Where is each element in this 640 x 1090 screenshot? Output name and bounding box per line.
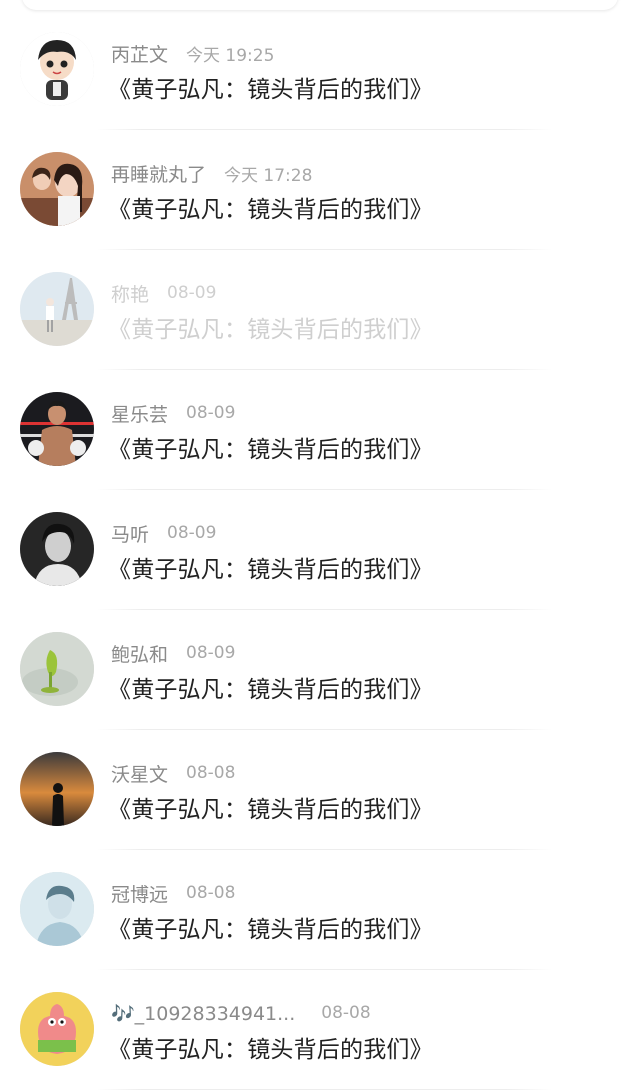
- comment-meta: 沃星文 08-08: [111, 760, 235, 786]
- timestamp: 今天 17:28: [224, 165, 313, 186]
- avatar[interactable]: [20, 152, 94, 226]
- avatar[interactable]: [20, 392, 94, 466]
- avatar[interactable]: [20, 632, 94, 706]
- timestamp: 08-08: [186, 763, 236, 783]
- timestamp: 08-08: [321, 1003, 371, 1023]
- comment-item[interactable]: 星乐芸 08-09 《黄子弘凡：镜头背后的我们》: [0, 370, 640, 490]
- username[interactable]: 鲍弘和: [111, 640, 168, 667]
- username[interactable]: 🎶_10928334941...: [111, 1002, 295, 1025]
- avatar[interactable]: [20, 32, 94, 106]
- avatar[interactable]: [20, 752, 94, 826]
- comment-item[interactable]: 丙芷文 今天 19:25 《黄子弘凡：镜头背后的我们》: [0, 10, 640, 130]
- top-bar: [22, 0, 618, 10]
- comment-text: 《黄子弘凡：镜头背后的我们》: [108, 557, 433, 583]
- comment-text: 《黄子弘凡：镜头背后的我们》: [108, 677, 433, 703]
- avatar[interactable]: [20, 872, 94, 946]
- avatar[interactable]: [20, 272, 94, 346]
- girl-photo-avatar-icon: [20, 152, 94, 226]
- comment-item[interactable]: 🎶_10928334941... 08-08 《黄子弘凡：镜头背后的我们》: [0, 970, 640, 1090]
- blue-portrait-avatar-icon: [20, 872, 94, 946]
- comment-text: 《黄子弘凡：镜头背后的我们》: [108, 77, 433, 103]
- timestamp: 今天 19:25: [186, 45, 275, 66]
- comment-item[interactable]: 鲍弘和 08-09 《黄子弘凡：镜头背后的我们》: [0, 610, 640, 730]
- username[interactable]: 沃星文: [111, 760, 168, 787]
- comment-screen: 丙芷文 今天 19:25 《黄子弘凡：镜头背后的我们》 再睡就丸了 今天 17:…: [0, 0, 640, 1090]
- comment-text: 《黄子弘凡：镜头背后的我们》: [108, 797, 433, 823]
- timestamp: 08-09: [186, 643, 236, 663]
- username[interactable]: 再睡就丸了: [111, 160, 206, 187]
- bw-portrait-avatar-icon: [20, 512, 94, 586]
- comment-text: 《黄子弘凡：镜头背后的我们》: [108, 917, 433, 943]
- green-drink-avatar-icon: [20, 632, 94, 706]
- comment-meta: 星乐芸 08-09: [111, 400, 235, 426]
- timestamp: 08-09: [186, 403, 236, 423]
- username[interactable]: 星乐芸: [111, 400, 168, 427]
- cartoon-boy-avatar-icon: [20, 32, 94, 106]
- comment-item[interactable]: 称艳 08-09 《黄子弘凡：镜头背后的我们》: [0, 250, 640, 370]
- username[interactable]: 称艳: [111, 280, 149, 307]
- comment-text: 《黄子弘凡：镜头背后的我们》: [108, 437, 433, 463]
- username[interactable]: 冠博远: [111, 880, 168, 907]
- timestamp: 08-09: [167, 283, 217, 303]
- comment-meta: 再睡就丸了 今天 17:28: [111, 160, 312, 186]
- comment-meta: 马听 08-09: [111, 520, 216, 546]
- comment-text: 《黄子弘凡：镜头背后的我们》: [108, 317, 433, 343]
- timestamp: 08-09: [167, 523, 217, 543]
- timestamp: 08-08: [186, 883, 236, 903]
- patrick-star-avatar-icon: [20, 992, 94, 1066]
- comment-item[interactable]: 沃星文 08-08 《黄子弘凡：镜头背后的我们》: [0, 730, 640, 850]
- sunset-silhouette-avatar-icon: [20, 752, 94, 826]
- comment-item[interactable]: 马听 08-09 《黄子弘凡：镜头背后的我们》: [0, 490, 640, 610]
- comment-list[interactable]: 丙芷文 今天 19:25 《黄子弘凡：镜头背后的我们》 再睡就丸了 今天 17:…: [0, 10, 640, 1090]
- comment-meta: 🎶_10928334941... 08-08: [111, 1000, 371, 1026]
- username[interactable]: 丙芷文: [111, 40, 168, 67]
- avatar[interactable]: [20, 512, 94, 586]
- comment-item[interactable]: 再睡就丸了 今天 17:28 《黄子弘凡：镜头背后的我们》: [0, 130, 640, 250]
- username[interactable]: 马听: [111, 520, 149, 547]
- comment-meta: 丙芷文 今天 19:25: [111, 40, 274, 66]
- avatar[interactable]: [20, 992, 94, 1066]
- comment-text: 《黄子弘凡：镜头背后的我们》: [108, 1037, 433, 1063]
- comment-meta: 冠博远 08-08: [111, 880, 235, 906]
- comment-item[interactable]: 冠博远 08-08 《黄子弘凡：镜头背后的我们》: [0, 850, 640, 970]
- comment-meta: 鲍弘和 08-09: [111, 640, 235, 666]
- comment-meta: 称艳 08-09: [111, 280, 216, 306]
- eiffel-tower-avatar-icon: [20, 272, 94, 346]
- boxer-avatar-icon: [20, 392, 94, 466]
- comment-text: 《黄子弘凡：镜头背后的我们》: [108, 197, 433, 223]
